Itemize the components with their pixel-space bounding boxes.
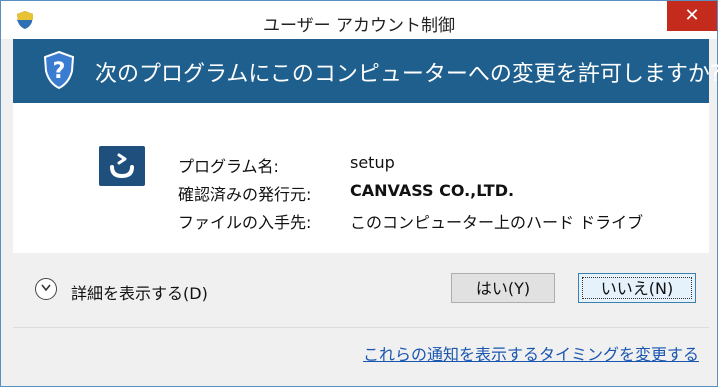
banner-question: 次のプログラムにこのコンピューターへの変更を許可しますか? [95, 62, 718, 87]
svg-text:?: ? [53, 59, 66, 84]
no-button-label: いいえ(N) [582, 277, 692, 299]
action-area: 詳細を表示する(D) はい(Y) いいえ(N) [13, 253, 709, 327]
uac-dialog: ユーザー アカウント制御 ✕ ? 次のプログラムにこのコンピューターへの変更を許… [0, 0, 718, 387]
yes-button[interactable]: はい(Y) [451, 273, 555, 303]
show-details-label[interactable]: 詳細を表示する(D) [71, 280, 208, 304]
file-origin-label: ファイルの入手先: [178, 213, 312, 232]
file-origin-value: このコンピューター上のハード ドライブ [350, 213, 644, 232]
program-details: プログラム名: setup 確認済みの発行元: CANVASS CO.,LTD.… [13, 103, 709, 253]
question-banner: ? 次のプログラムにこのコンピューターへの変更を許可しますか? [13, 39, 718, 103]
program-icon [99, 146, 145, 186]
chevron-down-icon [41, 284, 51, 292]
title-bar: ユーザー アカウント制御 ✕ [1, 1, 717, 39]
publisher-label: 確認済みの発行元: [178, 185, 312, 204]
notification-settings-link[interactable]: これらの通知を表示するタイミングを変更する [363, 341, 699, 365]
program-name-label: プログラム名: [178, 157, 279, 176]
footer: これらの通知を表示するタイミングを変更する [13, 327, 709, 376]
question-shield-icon: ? [43, 50, 75, 90]
publisher-value: CANVASS CO.,LTD. [350, 181, 515, 200]
window-title: ユーザー アカウント制御 [262, 16, 456, 36]
show-details-toggle[interactable] [35, 278, 57, 300]
close-button[interactable]: ✕ [667, 1, 717, 31]
program-name-value: setup [350, 153, 395, 172]
no-button[interactable]: いいえ(N) [578, 273, 696, 303]
